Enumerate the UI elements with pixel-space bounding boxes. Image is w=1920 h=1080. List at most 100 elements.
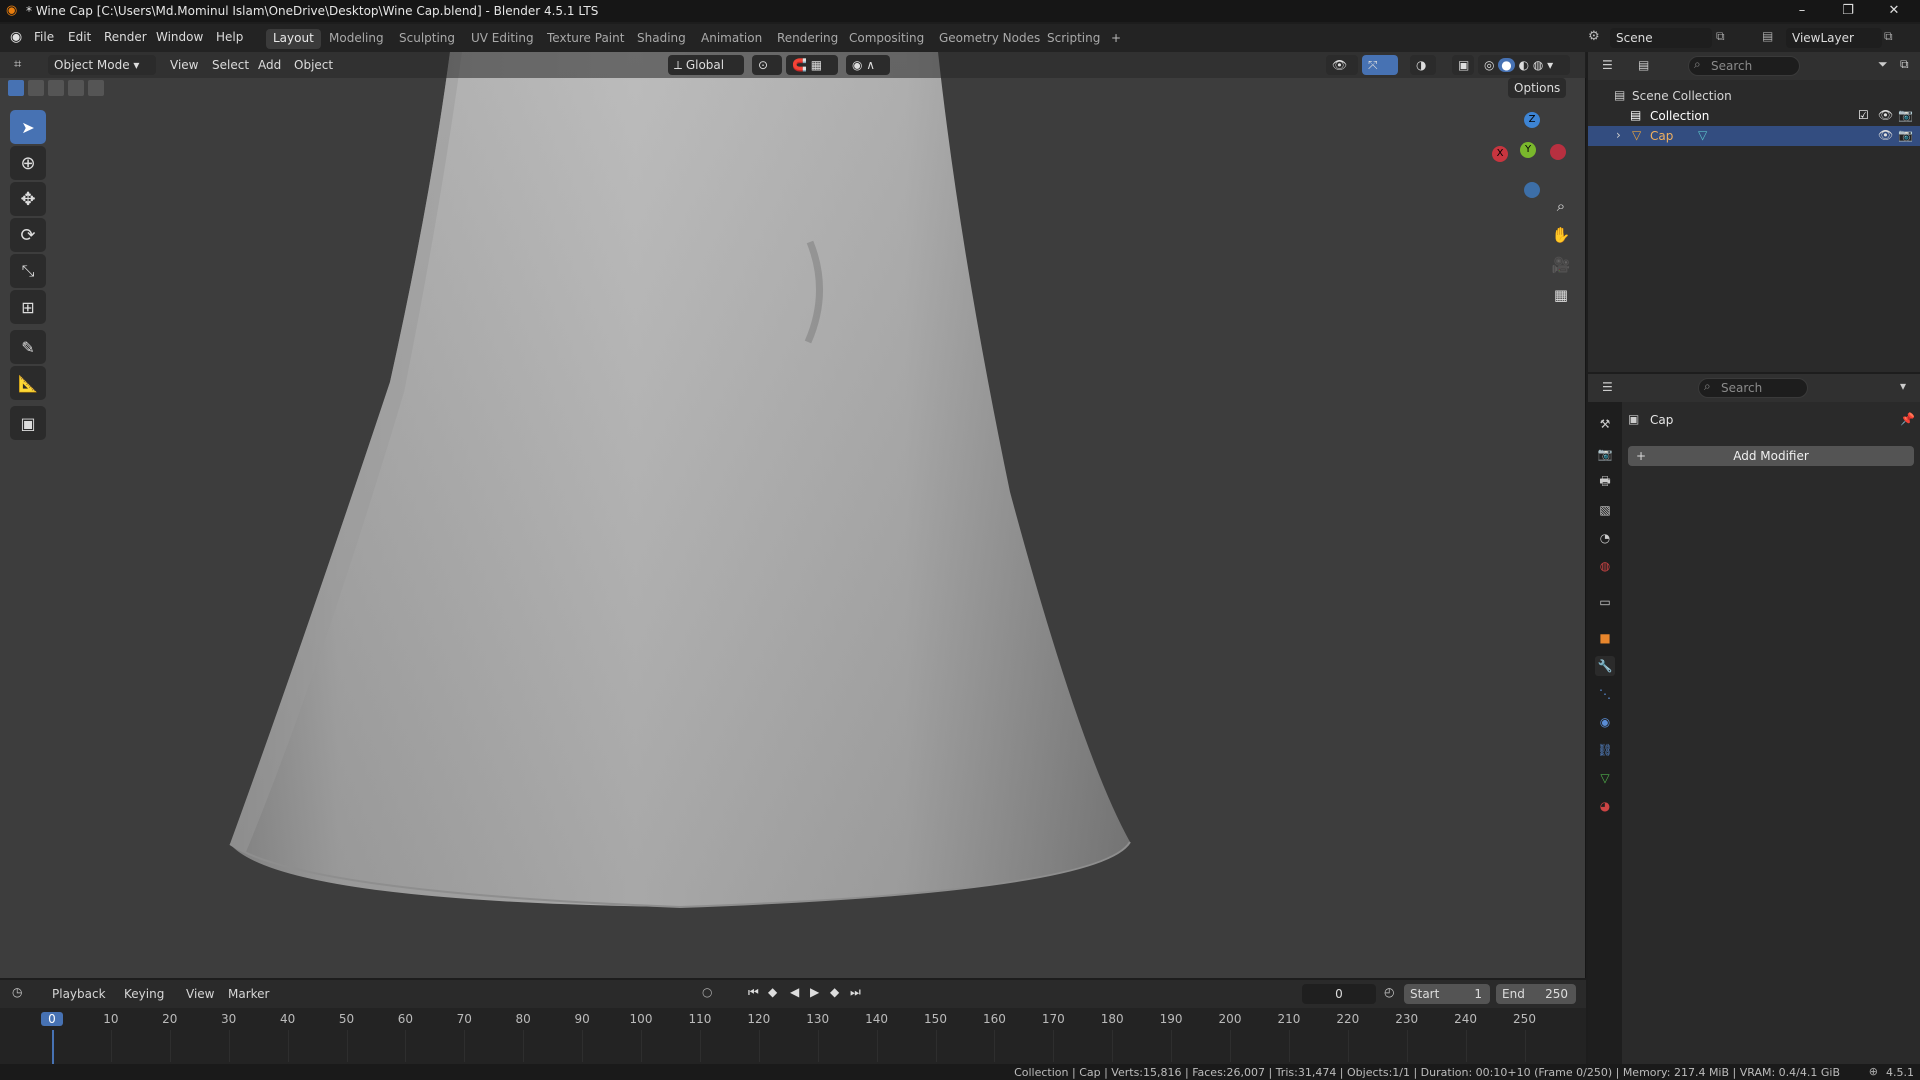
tool-tab-icon[interactable]: ⚒	[1595, 414, 1615, 434]
close-button[interactable]: ✕	[1872, 0, 1916, 22]
world-tab-icon[interactable]: ◍	[1595, 556, 1615, 576]
blender-menu-icon[interactable]: ◉	[10, 29, 22, 45]
mode-selector[interactable]: Object Mode ▾	[48, 55, 156, 75]
annotate-tool[interactable]: ✎	[10, 330, 46, 364]
new-view-layer-icon[interactable]: ⧉	[1884, 29, 1893, 44]
particles-tab-icon[interactable]: ⋱	[1595, 684, 1615, 704]
select-mode-buttons[interactable]	[8, 80, 104, 96]
timeline-menu-playback[interactable]: Playback	[52, 987, 106, 1001]
scene-selector[interactable]: Scene	[1610, 28, 1712, 48]
tab-uv-editing[interactable]: UV Editing	[464, 29, 541, 49]
menu-render[interactable]: Render	[104, 30, 147, 44]
gizmo-y-axis[interactable]: Y	[1520, 142, 1536, 158]
tab-animation[interactable]: Animation	[694, 29, 769, 49]
viewport-menu-view[interactable]: View	[170, 58, 198, 72]
timeline-editor-icon[interactable]: ◷	[12, 985, 22, 999]
outliner-search-input[interactable]: Search	[1688, 56, 1800, 76]
mesh-data-icon[interactable]: ▽	[1698, 128, 1707, 142]
next-keyframe-icon[interactable]: ◆	[830, 985, 839, 999]
snap-icon[interactable]: 🧲 ▦	[786, 55, 838, 75]
output-tab-icon[interactable]: 🖶	[1595, 472, 1615, 492]
modifier-tab-wrench-icon[interactable]: 🔧	[1595, 656, 1615, 676]
gizmo-z-axis[interactable]: Z	[1524, 112, 1540, 128]
new-scene-icon[interactable]: ⧉	[1716, 29, 1725, 44]
viewport-menu-object[interactable]: Object	[294, 58, 333, 72]
jump-start-icon[interactable]: ⏮	[748, 985, 759, 1000]
pan-hand-icon[interactable]: ✋	[1548, 222, 1574, 248]
tab-layout[interactable]: Layout	[266, 29, 321, 49]
visibility-eye-icon[interactable]: 👁	[1878, 108, 1893, 122]
end-frame-field[interactable]: End 250	[1496, 984, 1576, 1004]
outliner-row-collection[interactable]: ▤ Collection ☑ 👁 📷	[1588, 106, 1920, 126]
cap-render-camera-icon[interactable]: 📷	[1898, 128, 1913, 142]
collection-tab-icon[interactable]: ▭	[1595, 592, 1615, 612]
tab-compositing[interactable]: Compositing	[842, 29, 931, 49]
select-extend-icon[interactable]	[28, 80, 44, 96]
select-intersect-icon[interactable]	[88, 80, 104, 96]
data-tab-mesh-icon[interactable]: ▽	[1595, 768, 1615, 788]
transform-tool[interactable]: ⊞	[10, 290, 46, 324]
move-tool[interactable]: ✥	[10, 182, 46, 216]
viewport-menu-select[interactable]: Select	[212, 58, 249, 72]
shading-modes[interactable]: ◎ ● ◐ ◍ ▾	[1478, 55, 1570, 75]
cursor-tool[interactable]: ⊕	[10, 146, 46, 180]
3d-viewport[interactable]: ➤ ⊕ ✥ ⟳ ⤡ ⊞ ✎ 📐 ▣ Options Z X Y ⌕ ✋ 🎥 ▦	[0, 52, 1586, 978]
select-box-tool[interactable]: ➤	[10, 110, 46, 144]
render-tab-icon[interactable]: 📷	[1595, 444, 1615, 464]
menu-help[interactable]: Help	[216, 30, 243, 44]
editor-type-icon[interactable]: ⌗	[14, 57, 21, 72]
transform-orientation[interactable]: ⟂ Global	[668, 55, 744, 75]
outliner-row-scene-collection[interactable]: ▤ Scene Collection	[1588, 86, 1920, 106]
camera-view-icon[interactable]: 🎥	[1548, 252, 1574, 278]
viewport-menu-add[interactable]: Add	[258, 58, 281, 72]
properties-search-input[interactable]: Search	[1698, 378, 1808, 398]
view-layer-tab-icon[interactable]: ▧	[1595, 500, 1615, 520]
navigation-gizmo[interactable]: Z X Y	[1492, 112, 1572, 198]
filter-icon[interactable]: ⏷	[1878, 57, 1888, 72]
current-frame-field[interactable]: 0	[1302, 984, 1376, 1004]
properties-options-icon[interactable]: ▾	[1900, 379, 1906, 393]
maximize-button[interactable]: ❐	[1826, 0, 1870, 22]
menu-file[interactable]: File	[34, 30, 54, 44]
menu-edit[interactable]: Edit	[68, 30, 91, 44]
menu-window[interactable]: Window	[156, 30, 203, 44]
pivot-point-icon[interactable]: ⊙	[752, 55, 782, 75]
rotate-tool[interactable]: ⟳	[10, 218, 46, 252]
prev-keyframe-icon[interactable]: ◆	[768, 985, 777, 999]
gizmo-x-axis[interactable]: X	[1492, 146, 1508, 162]
timeline-menu-marker[interactable]: Marker	[228, 987, 269, 1001]
tab-sculpting[interactable]: Sculpting	[392, 29, 462, 49]
timeline-menu-keying[interactable]: Keying	[124, 987, 164, 1001]
tab-geometry-nodes[interactable]: Geometry Nodes	[932, 29, 1047, 49]
pin-icon[interactable]: 📌	[1900, 412, 1915, 426]
outliner-row-cap[interactable]: › ▽ Cap ▽ 👁 📷	[1588, 126, 1920, 146]
object-tab-icon[interactable]: ■	[1595, 628, 1615, 648]
proportional-edit-icon[interactable]: ◉ ∧	[846, 55, 890, 75]
scene-tab-icon[interactable]: ◔	[1595, 528, 1615, 548]
add-cube-tool[interactable]: ▣	[10, 406, 46, 440]
material-tab-icon[interactable]: ◕	[1595, 796, 1615, 816]
xray-icon[interactable]: ▣	[1452, 55, 1474, 75]
add-workspace-button[interactable]: +	[1104, 29, 1128, 49]
expand-arrow-icon[interactable]: ›	[1616, 128, 1621, 142]
tab-texture-paint[interactable]: Texture Paint	[540, 29, 631, 49]
overlays-icon[interactable]: ◑	[1410, 55, 1436, 75]
physics-tab-icon[interactable]: ◉	[1595, 712, 1615, 732]
timeline-area[interactable]: 0 10 20 30 40 50 60 70 80 90 100 110 120 130 140 150 160…	[0, 1008, 1586, 1064]
add-modifier-button[interactable]: + Add Modifier	[1628, 446, 1914, 466]
preview-range-icon[interactable]: ◴	[1384, 985, 1394, 999]
properties-editor-icon[interactable]: ☰	[1602, 380, 1613, 394]
outliner-editor-icon[interactable]: ☰	[1602, 58, 1613, 72]
solid-shading-icon[interactable]: ●	[1498, 58, 1515, 72]
display-mode-icon[interactable]: ▤	[1638, 58, 1649, 72]
gizmo-toggle-icon[interactable]: ⤧	[1362, 55, 1398, 75]
options-dropdown[interactable]: Options	[1508, 78, 1567, 98]
play-reverse-icon[interactable]: ◀	[790, 985, 799, 999]
play-icon[interactable]: ▶	[810, 985, 819, 999]
select-new-icon[interactable]	[8, 80, 24, 96]
visibility-filter-icon[interactable]: 👁	[1326, 55, 1358, 75]
scale-tool[interactable]: ⤡	[10, 254, 46, 288]
zoom-icon[interactable]: ⌕	[1548, 193, 1574, 219]
playhead-line[interactable]	[52, 1030, 54, 1064]
auto-keying-icon[interactable]: ○	[702, 985, 712, 999]
